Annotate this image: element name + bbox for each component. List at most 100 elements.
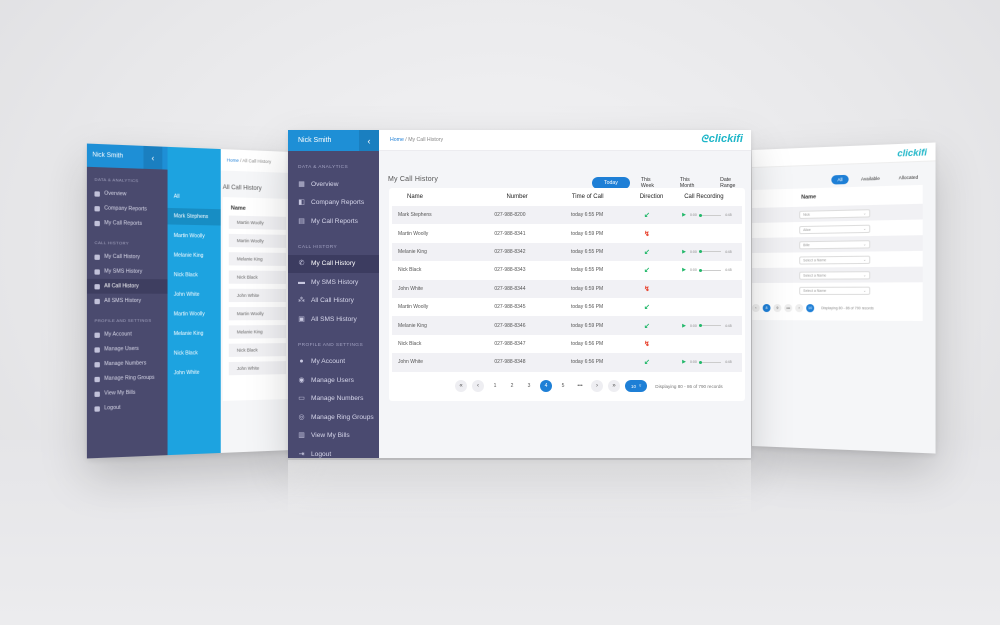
call-recording: ▶ 0:00 4:45 [668, 323, 742, 329]
sidebar-item-all-sms-history[interactable]: ▣ All SMS History [288, 310, 379, 329]
sidebar-item-my-call-history[interactable]: ✆ My Call History [288, 254, 379, 273]
column-header-call-recording: Call Recording [684, 194, 724, 200]
left-name-item[interactable]: John White [168, 287, 221, 304]
sidebar-item-logout[interactable]: ⇥ Logout [288, 445, 379, 458]
right-page-button[interactable]: 9 [773, 304, 782, 313]
left-sidebar-item-my-sms-history[interactable]: My SMS History [87, 264, 168, 279]
page-button[interactable]: 5 [557, 380, 569, 392]
menu-icon [94, 268, 100, 275]
left-sidebar-item-manage-numbers[interactable]: Manage Numbers [87, 356, 168, 372]
left-name-item[interactable]: Martin Woolly [168, 306, 221, 323]
sidebar-item-manage-users[interactable]: ◉ Manage Users [288, 371, 379, 390]
table-row[interactable]: Martin Woolly 027-988-8345 today 6:56 PM ↙ [392, 298, 742, 316]
play-icon[interactable]: ▶ [682, 249, 686, 255]
page-button[interactable]: ••• [574, 380, 586, 392]
sidebar-item-label: View My Bills [311, 432, 350, 440]
chevron-left-icon[interactable]: ‹ [143, 145, 163, 170]
play-icon[interactable]: ▶ [682, 323, 686, 329]
last-page-button[interactable]: » [608, 380, 620, 392]
left-sidebar-item-my-account[interactable]: My Account [87, 327, 168, 342]
page-button[interactable]: 3 [523, 380, 535, 392]
left-name-item[interactable]: John White [168, 364, 221, 381]
left-sidebar-item-logout[interactable]: Logout [87, 399, 168, 416]
chevron-left-icon[interactable]: ‹ [359, 130, 379, 151]
right-page-button[interactable]: ‹ [752, 304, 760, 313]
left-name-item[interactable]: Martin Woolly [168, 228, 221, 245]
table-row[interactable]: Nick Black 027-988-8347 today 6:56 PM ↯ [392, 335, 742, 353]
left-table-row[interactable]: Nick Black [228, 343, 287, 357]
left-table-row[interactable]: Melanie King [228, 325, 287, 339]
right-page-size[interactable]: 10 [806, 304, 815, 313]
left-name-item[interactable]: Melanie King [168, 247, 221, 264]
play-icon[interactable]: ▶ [682, 359, 686, 365]
left-name-item[interactable]: Mark Stephens [167, 207, 221, 226]
name-select[interactable]: Bille ⌄ [799, 239, 871, 249]
left-table-row[interactable]: Martin Woolly [228, 215, 287, 230]
table-row[interactable]: Melanie King 027-988-8342 today 6:55 PM ↙ ▶ 0… [392, 242, 742, 262]
page-size-select[interactable]: 10 ▿ [625, 380, 648, 392]
recording-progress[interactable] [698, 268, 721, 272]
prev-page-button[interactable]: ‹ [472, 380, 484, 392]
left-table-row[interactable]: John White [228, 361, 287, 376]
play-icon[interactable]: ▶ [682, 212, 686, 218]
left-sidebar-item-my-call-reports[interactable]: My Call Reports [87, 215, 168, 231]
sidebar-item-company-reports[interactable]: ◧ Company Reports [288, 194, 379, 213]
sidebar-item-my-sms-history[interactable]: ▬ My SMS History [288, 273, 379, 292]
left-table-row[interactable]: Melanie King [228, 252, 287, 266]
table-row[interactable]: Nick Black 027-988-8343 today 6:55 PM ↙ ▶ 0:0… [392, 261, 742, 279]
right-filter-all[interactable]: All [831, 174, 849, 185]
sidebar-item-manage-ring-groups[interactable]: ◎ Manage Ring Groups [288, 408, 379, 427]
name-select[interactable]: Select a Name ⌄ [799, 270, 871, 280]
recording-progress[interactable] [698, 360, 721, 364]
name-select[interactable]: Select a Name ⌄ [799, 286, 871, 295]
right-filter-allocated[interactable]: Allocated [892, 172, 924, 182]
left-name-item[interactable]: Nick Black [168, 345, 221, 362]
left-sidebar-item-all-call-history[interactable]: All Call History [86, 278, 168, 294]
page-button[interactable]: 1 [489, 380, 501, 392]
recording-progress[interactable] [698, 213, 721, 217]
page-button[interactable]: 4 [540, 380, 552, 392]
left-name-item[interactable]: Nick Black [168, 267, 221, 284]
sidebar-item-overview[interactable]: ▦ Overview [288, 175, 379, 194]
name-select[interactable]: Select a Name ⌄ [799, 255, 871, 265]
left-table-row[interactable]: Nick Black [228, 270, 287, 284]
left-sidebar-item-label: Manage Users [104, 345, 139, 353]
name-select[interactable]: Alice ⌄ [799, 224, 871, 234]
recording-progress[interactable] [698, 250, 721, 254]
sidebar-item-view-my-bills[interactable]: ▥ View My Bills [288, 427, 379, 446]
right-page-button[interactable]: 8 [762, 304, 771, 313]
play-icon[interactable]: ▶ [682, 267, 686, 273]
table-row[interactable]: John White 027-988-8348 today 6:56 PM ↙ ▶ 0:0… [392, 353, 742, 372]
left-table-row[interactable]: Martin Woolly [228, 307, 287, 321]
left-breadcrumb-home[interactable]: Home [227, 157, 239, 163]
left-sidebar-item-manage-users[interactable]: Manage Users [87, 341, 168, 357]
menu-icon [94, 190, 100, 197]
left-user-bar[interactable]: Nick Smith ‹ [86, 143, 168, 170]
sidebar-item-my-account[interactable]: ● My Account [288, 353, 379, 372]
name-select[interactable]: Nick ⌄ [799, 208, 871, 219]
table-row[interactable]: John White 027-988-8344 today 6:59 PM ↯ [392, 279, 742, 298]
table-row[interactable]: Mark Stephens 027-988-8200 today 6:55 PM ↙ ▶… [392, 206, 742, 225]
left-name-item[interactable]: Melanie King [168, 325, 221, 342]
left-table-row[interactable]: Martin Woolly [228, 233, 287, 248]
table-row[interactable]: Melanie King 027-988-8346 today 6:59 PM ↙ ▶ 0… [392, 316, 742, 335]
table-row[interactable]: Martin Woolly 027-988-8341 today 6:59 PM ↯ [392, 224, 742, 242]
left-sidebar-item-all-sms-history[interactable]: All SMS History [87, 294, 168, 309]
right-page-button[interactable]: ••• [784, 304, 793, 313]
right-page-button[interactable]: › [795, 304, 804, 313]
breadcrumb-home[interactable]: Home [390, 137, 404, 143]
right-filter-available[interactable]: Available [855, 174, 886, 184]
page-button[interactable]: 2 [506, 380, 518, 392]
recording-progress[interactable] [698, 324, 721, 328]
caller-name: Melanie King [398, 248, 427, 255]
sidebar-item-manage-numbers[interactable]: ▭ Manage Numbers [288, 390, 379, 409]
left-sidebar-item-my-call-history[interactable]: My Call History [87, 249, 168, 265]
left-table-row[interactable]: John White [228, 288, 287, 303]
call-direction: ↙ [626, 266, 668, 274]
left-name-item[interactable]: All [168, 188, 221, 206]
user-bar[interactable]: Nick Smith ‹ [288, 130, 379, 151]
sidebar-item-my-call-reports[interactable]: ▤ My Call Reports [288, 212, 379, 231]
next-page-button[interactable]: › [591, 380, 603, 392]
first-page-button[interactable]: « [455, 380, 467, 392]
sidebar-item-all-call-history[interactable]: ⁂ All Call History [288, 292, 379, 311]
